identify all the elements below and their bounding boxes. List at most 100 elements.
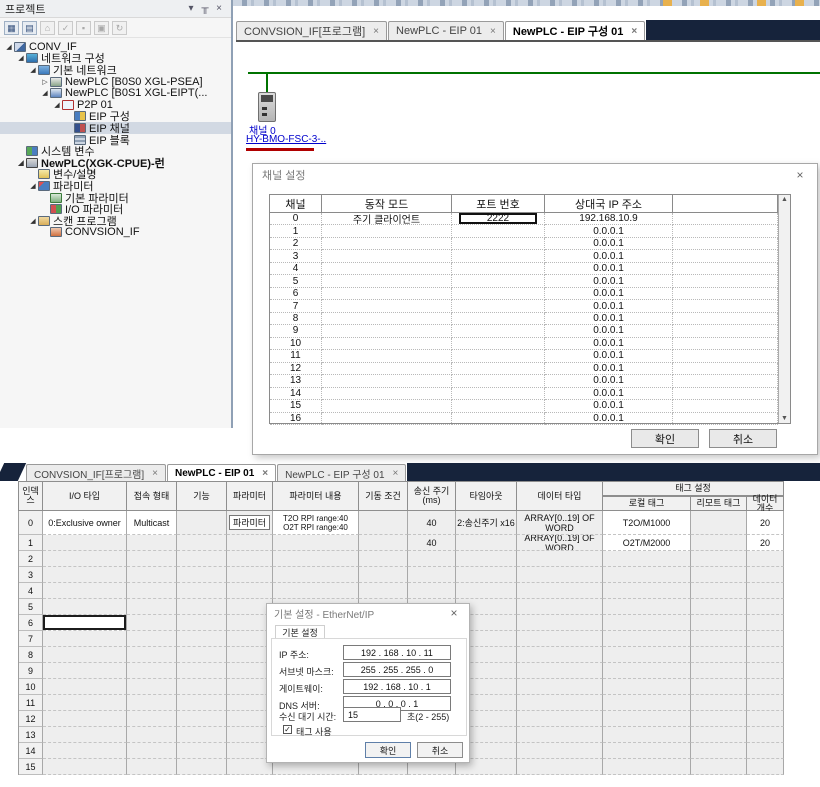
eip-cell[interactable] <box>517 663 603 679</box>
eip-cell[interactable] <box>691 759 747 775</box>
eip-cell[interactable] <box>456 551 517 567</box>
eip-row[interactable]: 2 <box>19 551 784 567</box>
tag-use-checkbox[interactable]: ✓ <box>283 725 292 734</box>
channel-cell[interactable] <box>673 375 778 387</box>
eip-cell[interactable]: 1 <box>19 535 43 551</box>
eip-cell[interactable] <box>603 631 691 647</box>
eip-cell[interactable] <box>273 551 359 567</box>
channel-cell[interactable]: 0.0.0.1 <box>545 225 673 237</box>
eip-cell[interactable] <box>408 567 456 583</box>
tree-expander-icon[interactable]: ◢ <box>28 217 38 225</box>
eip-cell[interactable] <box>127 535 177 551</box>
tree-item-0[interactable]: ◢CONV_IF <box>0 41 231 53</box>
eip-cell[interactable] <box>127 743 177 759</box>
eip-cell[interactable]: 0:Exclusive owner <box>43 511 127 535</box>
eip-cell[interactable] <box>691 679 747 695</box>
tab-newplc-eip-01[interactable]: NewPLC - EIP 01× <box>167 464 276 481</box>
eip-cell[interactable] <box>127 759 177 775</box>
wait-time-input[interactable]: 15 <box>343 707 401 722</box>
channel-cell[interactable] <box>673 313 778 325</box>
ok-button[interactable]: 확인 <box>365 742 411 758</box>
tab-convsion-if-[interactable]: CONVSION_IF[프로그램]× <box>26 464 166 481</box>
tab-newplc-eip-01[interactable]: NewPLC - EIP 구성 01× <box>505 21 645 40</box>
channel-cell[interactable]: 9 <box>270 325 322 337</box>
channel-cell[interactable]: 0.0.0.1 <box>545 350 673 362</box>
channel-cell[interactable] <box>452 375 545 387</box>
channel-cell[interactable]: 0.0.0.1 <box>545 375 673 387</box>
eip-cell[interactable] <box>177 583 227 599</box>
channel-cell[interactable] <box>452 288 545 300</box>
channel-cell[interactable] <box>322 300 452 312</box>
eip-cell[interactable] <box>127 727 177 743</box>
eip-cell[interactable]: O2T/M2000 <box>603 535 691 551</box>
eip-cell[interactable] <box>227 535 273 551</box>
eip-cell[interactable] <box>177 615 227 631</box>
tab-close-icon[interactable]: × <box>490 26 496 37</box>
channel-cell[interactable]: 0.0.0.1 <box>545 338 673 350</box>
eip-cell[interactable] <box>517 743 603 759</box>
cancel-button[interactable]: 취소 <box>709 429 777 448</box>
channel-cell[interactable] <box>673 288 778 300</box>
eip-cell[interactable] <box>43 615 127 631</box>
channel-cell[interactable] <box>673 263 778 275</box>
tree-expander-icon[interactable]: ◢ <box>16 54 26 62</box>
channel-cell[interactable] <box>322 250 452 262</box>
eip-cell[interactable] <box>691 583 747 599</box>
print-icon[interactable]: ⌂ <box>40 21 55 35</box>
eip-cell[interactable]: T2O/M1000 <box>603 511 691 535</box>
eip-cell[interactable] <box>177 647 227 663</box>
panel-pin-icon[interactable]: ╥ <box>198 3 212 14</box>
eip-cell[interactable]: Multicast <box>127 511 177 535</box>
eip-cell[interactable] <box>127 551 177 567</box>
eip-cell[interactable] <box>43 583 127 599</box>
ip-input[interactable]: 255 . 255 . 255 . 0 <box>343 662 451 677</box>
lock-icon[interactable]: ▪ <box>76 21 91 35</box>
ok-button[interactable]: 확인 <box>631 429 699 448</box>
tree-expander-icon[interactable]: ◢ <box>16 159 26 167</box>
eip-cell[interactable] <box>127 567 177 583</box>
eip-cell[interactable] <box>517 727 603 743</box>
eip-cell[interactable] <box>691 743 747 759</box>
channel-cell[interactable]: 12 <box>270 363 322 375</box>
channel-cell[interactable] <box>452 400 545 412</box>
channel-row[interactable]: 120.0.0.1 <box>270 363 778 375</box>
channel-cell[interactable] <box>452 238 545 250</box>
eip-cell[interactable] <box>177 711 227 727</box>
channel-cell[interactable]: 13 <box>270 375 322 387</box>
eip-cell[interactable]: 5 <box>19 599 43 615</box>
channel-cell[interactable] <box>673 350 778 362</box>
eip-cell[interactable] <box>177 535 227 551</box>
channel-cell[interactable] <box>452 325 545 337</box>
ip-input[interactable]: 192 . 168 . 10 . 1 <box>343 679 451 694</box>
eip-cell[interactable] <box>747 615 784 631</box>
channel-cell[interactable]: 0.0.0.1 <box>545 238 673 250</box>
tab-close-icon[interactable]: × <box>262 468 268 479</box>
eip-cell[interactable]: 20 <box>747 535 784 551</box>
eip-cell[interactable] <box>747 599 784 615</box>
channel-cell[interactable] <box>452 225 545 237</box>
eip-cell[interactable]: 13 <box>19 727 43 743</box>
eip-cell[interactable]: 0 <box>19 511 43 535</box>
eip-cell[interactable] <box>177 631 227 647</box>
eip-cell[interactable] <box>603 711 691 727</box>
eip-cell[interactable]: 4 <box>19 583 43 599</box>
channel-cell[interactable] <box>322 225 452 237</box>
channel-cell[interactable]: 0 <box>270 213 322 225</box>
eip-cell[interactable] <box>517 615 603 631</box>
eip-cell[interactable] <box>127 695 177 711</box>
eip-cell[interactable]: 파라미터 <box>227 511 273 535</box>
tab-convsion-if-[interactable]: CONVSION_IF[프로그램]× <box>236 21 387 40</box>
channel-row[interactable]: 10.0.0.1 <box>270 225 778 237</box>
channel-cell[interactable]: 4 <box>270 263 322 275</box>
channel-cell[interactable] <box>452 250 545 262</box>
eip-cell[interactable] <box>227 567 273 583</box>
eip-cell[interactable] <box>43 535 127 551</box>
eip-cell[interactable] <box>359 567 408 583</box>
eip-cell[interactable] <box>691 511 747 535</box>
eip-cell[interactable] <box>456 583 517 599</box>
eip-cell[interactable] <box>177 663 227 679</box>
eip-cell[interactable] <box>359 511 408 535</box>
eip-cell[interactable] <box>43 727 127 743</box>
channel-row[interactable]: 0주기 클라이언트2222192.168.10.9 <box>270 213 778 225</box>
tab-newplc-eip-01[interactable]: NewPLC - EIP 구성 01× <box>277 464 406 481</box>
